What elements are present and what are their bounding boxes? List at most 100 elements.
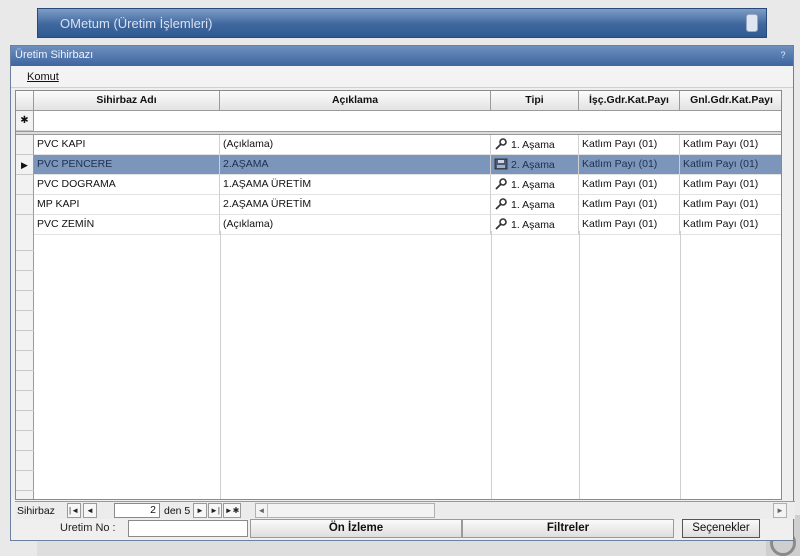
cell-name[interactable]: PVC ZEMİN (34, 215, 220, 235)
empty-row-line (16, 450, 34, 451)
cell-isc-text: Katlım Payı (01) (582, 178, 658, 190)
cell-type[interactable]: 1. Aşama (491, 195, 579, 215)
cell-desc-text: 2.AŞAMA (223, 158, 269, 170)
cell-type[interactable]: 1. Aşama (491, 175, 579, 195)
cell-desc[interactable]: (Açıklama) (220, 135, 491, 155)
cell-name[interactable]: PVC PENCERE (34, 155, 220, 175)
pin-icon (494, 218, 508, 230)
cell-desc-text: (Açıklama) (223, 218, 274, 230)
empty-row-line (16, 310, 34, 311)
secenekler-button[interactable]: Seçenekler (682, 519, 760, 538)
cell-gnl-text: Katlım Payı (01) (683, 218, 759, 230)
cell-name[interactable]: PVC KAPI (34, 135, 220, 155)
menu-komut[interactable]: Komut (27, 71, 59, 83)
row-selector[interactable] (16, 195, 34, 215)
cell-isc[interactable]: Katlım Payı (01) (579, 215, 680, 235)
record-navigator: Sihirbaz |◄ ◄ 2 den 5 ► ►| ►✱ ◄ ► (15, 501, 795, 519)
cell-isc[interactable]: Katlım Payı (01) (579, 175, 680, 195)
empty-row-line (16, 330, 34, 331)
next-record-button[interactable]: ► (193, 503, 207, 518)
cell-type-text: 1. Aşama (511, 179, 555, 191)
row-selector[interactable]: ▶ (16, 155, 34, 175)
cell-gnl[interactable]: Katlım Payı (01) (680, 175, 781, 195)
current-record-input[interactable]: 2 (114, 503, 160, 518)
first-record-button[interactable]: |◄ (67, 503, 81, 518)
record-count: den 5 (164, 505, 191, 517)
uretim-no-label: Uretim No : (60, 522, 116, 534)
new-record-button[interactable]: ►✱ (223, 503, 241, 518)
table-row[interactable]: PVC ZEMİN (Açıklama) 1. Aşama Katlım Payı (… (16, 215, 781, 235)
cell-desc-text: 2.AŞAMA ÜRETİM (223, 198, 312, 210)
uretim-no-input[interactable] (128, 520, 248, 537)
cell-gnl-text: Katlım Payı (01) (683, 138, 759, 150)
footer-controls: Uretim No : Ön İzleme Filtreler Seçenekl… (10, 518, 770, 540)
pin-icon (494, 198, 508, 210)
cell-isc[interactable]: Katlım Payı (01) (579, 195, 680, 215)
cell-name-text: MP KAPI (37, 198, 80, 210)
row-selector[interactable] (16, 175, 34, 195)
filtreler-button[interactable]: Filtreler (462, 519, 674, 538)
cell-isc[interactable]: Katlım Payı (01) (579, 135, 680, 155)
col-header-desc[interactable]: Açıklama (220, 91, 491, 111)
cell-type[interactable]: 2. Aşama (491, 155, 579, 175)
col-header-type[interactable]: Tipi (491, 91, 579, 111)
table-row[interactable]: PVC DOGRAMA 1.AŞAMA ÜRETİM 1. Aşama Katlım … (16, 175, 781, 195)
scroll-left-icon[interactable]: ◄ (256, 504, 268, 517)
new-row-cell[interactable] (34, 111, 781, 131)
header-corner[interactable] (16, 91, 34, 111)
cell-name[interactable]: PVC DOGRAMA (34, 175, 220, 195)
parent-window-scroll-handle[interactable] (746, 14, 758, 32)
horizontal-scrollbar[interactable]: ◄ (255, 503, 435, 518)
table-row[interactable]: ▶ PVC PENCERE 2.AŞAMA 2. Aşama Katlım Payı (… (16, 155, 781, 175)
cell-type[interactable]: 1. Aşama (491, 215, 579, 235)
disk-icon (494, 158, 508, 170)
cell-name[interactable]: MP KAPI (34, 195, 220, 215)
cell-isc[interactable]: Katlım Payı (01) (579, 155, 680, 175)
cell-name-text: PVC PENCERE (37, 158, 113, 170)
cell-desc-text: (Açıklama) (223, 138, 274, 150)
help-icon[interactable]: ? (777, 49, 789, 61)
parent-window-title-bar: OMetum (Üretim İşlemleri) (37, 8, 767, 38)
wizard-grid[interactable]: Sihirbaz Adı Açıklama Tipi İşç.Gdr.Kat.P… (15, 90, 782, 500)
table-row[interactable]: PVC KAPI (Açıklama) 1. Aşama Katlım Payı (0… (16, 135, 781, 155)
column-line (220, 231, 221, 499)
row-selector-column (16, 231, 34, 499)
empty-row-line (16, 370, 34, 371)
column-line (491, 231, 492, 499)
prev-record-button[interactable]: ◄ (83, 503, 97, 518)
grid-new-row[interactable]: ✱ (16, 111, 781, 131)
cell-name-text: PVC ZEMİN (37, 218, 95, 230)
grid-header: Sihirbaz Adı Açıklama Tipi İşç.Gdr.Kat.P… (16, 91, 781, 111)
empty-row-line (16, 410, 34, 411)
cell-gnl[interactable]: Katlım Payı (01) (680, 215, 781, 235)
col-header-gnl[interactable]: Gnl.Gdr.Kat.Payı (680, 91, 781, 111)
cell-desc[interactable]: 2.AŞAMA (220, 155, 491, 175)
col-header-isc[interactable]: İşç.Gdr.Kat.Payı (579, 91, 680, 111)
row-selector[interactable] (16, 135, 34, 155)
scroll-right-icon[interactable]: ► (773, 503, 787, 518)
cell-name-text: PVC KAPI (37, 138, 86, 150)
cell-desc[interactable]: (Açıklama) (220, 215, 491, 235)
menu-komut-label: Komut (27, 71, 59, 83)
empty-row-line (16, 470, 34, 471)
cell-gnl[interactable]: Katlım Payı (01) (680, 135, 781, 155)
cell-type[interactable]: 1. Aşama (491, 135, 579, 155)
on-izleme-button[interactable]: Ön İzleme (250, 519, 462, 538)
cell-isc-text: Katlım Payı (01) (582, 138, 658, 150)
cell-type-text: 1. Aşama (511, 219, 555, 231)
last-record-button[interactable]: ►| (208, 503, 222, 518)
cell-desc[interactable]: 2.AŞAMA ÜRETİM (220, 195, 491, 215)
wizard-window: Üretim Sihirbazı ? Komut Sihirbaz Adı Aç… (10, 45, 795, 541)
cell-desc[interactable]: 1.AŞAMA ÜRETİM (220, 175, 491, 195)
table-row[interactable]: MP KAPI 2.AŞAMA ÜRETİM 1. Aşama Katlım Payı… (16, 195, 781, 215)
empty-row-line (16, 430, 34, 431)
cell-gnl[interactable]: Katlım Payı (01) (680, 195, 781, 215)
cell-isc-text: Katlım Payı (01) (582, 218, 658, 230)
empty-row-line (16, 250, 34, 251)
empty-row-line (16, 350, 34, 351)
empty-row-line (16, 390, 34, 391)
col-header-name[interactable]: Sihirbaz Adı (34, 91, 220, 111)
navigator-label: Sihirbaz (17, 505, 55, 517)
cell-gnl[interactable]: Katlım Payı (01) (680, 155, 781, 175)
column-line (680, 231, 681, 499)
